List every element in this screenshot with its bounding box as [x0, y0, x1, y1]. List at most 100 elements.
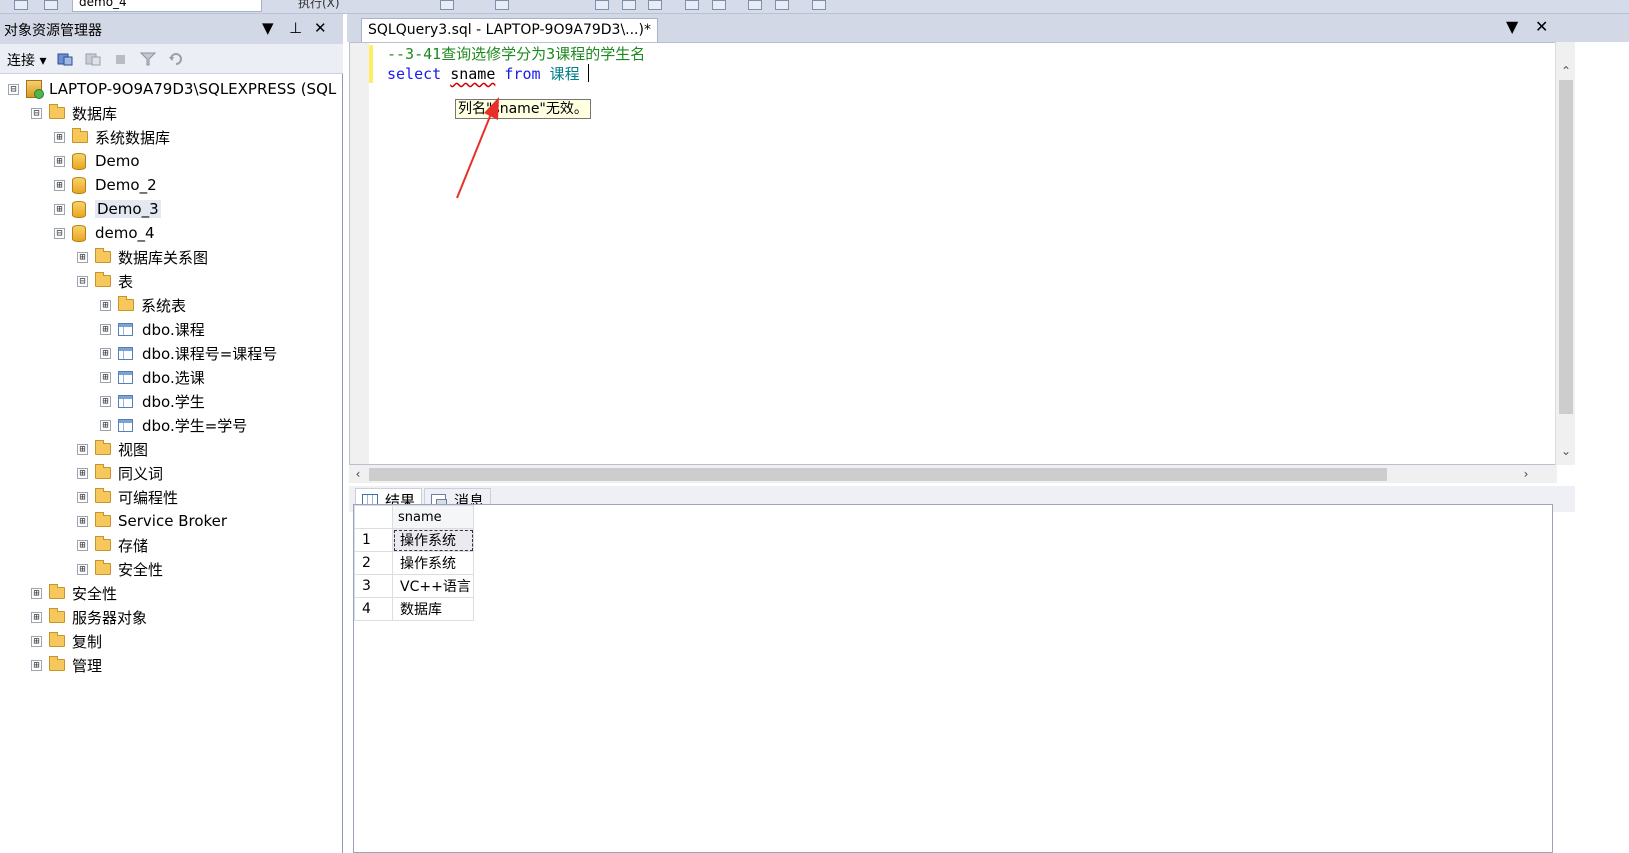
expand-icon[interactable]: ⊞: [77, 539, 88, 551]
row-number[interactable]: 2: [354, 551, 393, 575]
refresh-icon[interactable]: [168, 52, 184, 66]
expand-icon[interactable]: ⊞: [77, 467, 88, 479]
results-to-grid-icon[interactable]: [495, 0, 509, 10]
dropdown-arrow-icon[interactable]: ▼: [262, 18, 274, 38]
editor-vertical-scrollbar[interactable]: ⌃ ⌄: [1555, 42, 1575, 465]
tree-node-table-student-key[interactable]: ⊞ dbo.学生=学号: [100, 414, 247, 436]
specify-values-icon[interactable]: [812, 0, 826, 10]
tree-node-system-databases[interactable]: ⊞ 系统数据库: [54, 126, 170, 148]
expand-icon[interactable]: ⊞: [100, 395, 111, 407]
tree-node-db-security[interactable]: ⊞ 安全性: [77, 558, 163, 580]
scroll-down-icon[interactable]: ⌄: [1556, 442, 1576, 460]
result-cell[interactable]: 操作系统: [392, 551, 474, 575]
connect-server-icon[interactable]: [57, 52, 73, 66]
expand-icon[interactable]: ⊞: [54, 131, 65, 143]
editor-horizontal-scrollbar[interactable]: ‹ ›: [349, 465, 1557, 483]
execute-button[interactable]: 执行(X): [298, 0, 340, 11]
query-editor[interactable]: --3-41查询选修学分为3课程的学生名 select sname from 课…: [349, 42, 1557, 465]
scroll-thumb[interactable]: [369, 468, 1387, 481]
tree-node-diagrams[interactable]: ⊞ 数据库关系图: [77, 246, 208, 268]
tab-sqlquery3[interactable]: SQLQuery3.sql - LAPTOP-9O9A79D3\...)*: [361, 18, 658, 42]
tree-node-table-enrollment[interactable]: ⊞ dbo.选课: [100, 366, 205, 388]
result-cell[interactable]: 数据库: [392, 597, 474, 621]
expand-icon[interactable]: ⊞: [100, 323, 111, 335]
disconnect-icon[interactable]: [85, 52, 101, 66]
expand-icon[interactable]: ⊞: [31, 635, 42, 647]
new-query-icon[interactable]: [14, 0, 28, 10]
cancel-icon[interactable]: [44, 0, 58, 10]
close-icon[interactable]: ✕: [1535, 17, 1548, 36]
collapse-icon[interactable]: ⊟: [31, 107, 42, 119]
row-number[interactable]: 4: [354, 597, 393, 621]
tree-node-label: 数据库: [72, 104, 118, 123]
expand-icon[interactable]: ⊞: [77, 491, 88, 503]
scroll-left-icon[interactable]: ‹: [349, 465, 367, 483]
tree-node-database-demo3[interactable]: ⊞ Demo_3: [54, 198, 161, 220]
client-stats-icon[interactable]: [648, 0, 662, 10]
scroll-up-icon[interactable]: ⌃: [1556, 62, 1576, 80]
row-number[interactable]: 3: [354, 574, 393, 598]
expand-icon[interactable]: ⊞: [100, 299, 111, 311]
object-explorer-panel: 对象资源管理器 ▼ ⊥ ✕ 连接 ▾ ⊟ LAPTOP-9O9A79D3\SQL…: [0, 14, 343, 853]
row-number[interactable]: 1: [354, 528, 393, 552]
collapse-icon[interactable]: ⊟: [77, 275, 88, 287]
tree-node-replication[interactable]: ⊞ 复制: [31, 630, 102, 652]
dropdown-arrow-icon[interactable]: ▼: [1506, 17, 1518, 36]
tree-node-storage[interactable]: ⊞ 存储: [77, 534, 148, 556]
tree-node-database-demo4[interactable]: ⊟ demo_4: [54, 222, 155, 244]
tree-node-table-student[interactable]: ⊞ dbo.学生: [100, 390, 205, 412]
result-cell[interactable]: 操作系统: [392, 528, 474, 552]
tree-node-views[interactable]: ⊞ 视图: [77, 438, 148, 460]
expand-icon[interactable]: ⊞: [100, 347, 111, 359]
scroll-thumb[interactable]: [1559, 80, 1573, 414]
tree-node-label: 视图: [118, 440, 149, 459]
database-icon: [72, 224, 86, 242]
expand-icon[interactable]: ⊞: [77, 563, 88, 575]
tree-node-table-course[interactable]: ⊞ dbo.课程: [100, 318, 205, 340]
tree-node-programmability[interactable]: ⊞ 可编程性: [77, 486, 178, 508]
column-header-sname[interactable]: sname: [392, 505, 474, 529]
scroll-right-icon[interactable]: ›: [1517, 465, 1535, 483]
decrease-indent-icon[interactable]: [748, 0, 762, 10]
tree-node-server[interactable]: ⊟ LAPTOP-9O9A79D3\SQLEXPRESS (SQL Se: [8, 78, 342, 100]
expand-icon[interactable]: ⊞: [54, 179, 65, 191]
pin-icon[interactable]: ⊥: [289, 18, 302, 38]
folder-icon: [95, 536, 111, 551]
expand-icon[interactable]: ⊞: [31, 587, 42, 599]
tree-node-synonyms[interactable]: ⊞ 同义词: [77, 462, 163, 484]
increase-indent-icon[interactable]: [775, 0, 789, 10]
include-plan-icon[interactable]: [622, 0, 636, 10]
close-icon[interactable]: ✕: [314, 18, 327, 38]
tree-node-service-broker[interactable]: ⊞ Service Broker: [77, 510, 227, 532]
display-plan-icon[interactable]: [595, 0, 609, 10]
tree-node-system-tables[interactable]: ⊞ 系统表: [100, 294, 186, 316]
filter-icon[interactable]: [140, 52, 156, 66]
expand-icon[interactable]: ⊞: [100, 371, 111, 383]
expand-icon[interactable]: ⊞: [54, 203, 65, 215]
expand-icon[interactable]: ⊞: [77, 515, 88, 527]
tree-node-tables[interactable]: ⊟ 表: [77, 270, 133, 292]
tree-node-table-course-key[interactable]: ⊞ dbo.课程号=课程号: [100, 342, 277, 364]
tree-node-server-objects[interactable]: ⊞ 服务器对象: [31, 606, 147, 628]
collapse-icon[interactable]: ⊟: [54, 227, 65, 239]
uncomment-icon[interactable]: [712, 0, 726, 10]
tree-node-database-demo2[interactable]: ⊞ Demo_2: [54, 174, 157, 196]
expand-icon[interactable]: ⊞: [77, 251, 88, 263]
tree-node-databases[interactable]: ⊟ 数据库: [31, 102, 117, 124]
expand-icon[interactable]: ⊞: [100, 419, 111, 431]
comment-icon[interactable]: [685, 0, 699, 10]
tree-node-management[interactable]: ⊞ 管理: [31, 654, 102, 676]
database-selector[interactable]: demo_4: [72, 0, 262, 12]
result-cell[interactable]: VC++语言: [392, 574, 474, 598]
expand-icon[interactable]: ⊞: [77, 443, 88, 455]
collapse-icon[interactable]: ⊟: [8, 83, 19, 95]
connect-button[interactable]: 连接 ▾: [7, 50, 46, 70]
expand-icon[interactable]: ⊞: [54, 155, 65, 167]
parse-icon[interactable]: [440, 0, 454, 10]
table-row: 4 数据库: [354, 597, 474, 621]
expand-icon[interactable]: ⊞: [31, 611, 42, 623]
tree-node-database-demo[interactable]: ⊞ Demo: [54, 150, 140, 172]
expand-icon[interactable]: ⊞: [31, 659, 42, 671]
stop-icon[interactable]: [113, 52, 129, 66]
tree-node-server-security[interactable]: ⊞ 安全性: [31, 582, 117, 604]
